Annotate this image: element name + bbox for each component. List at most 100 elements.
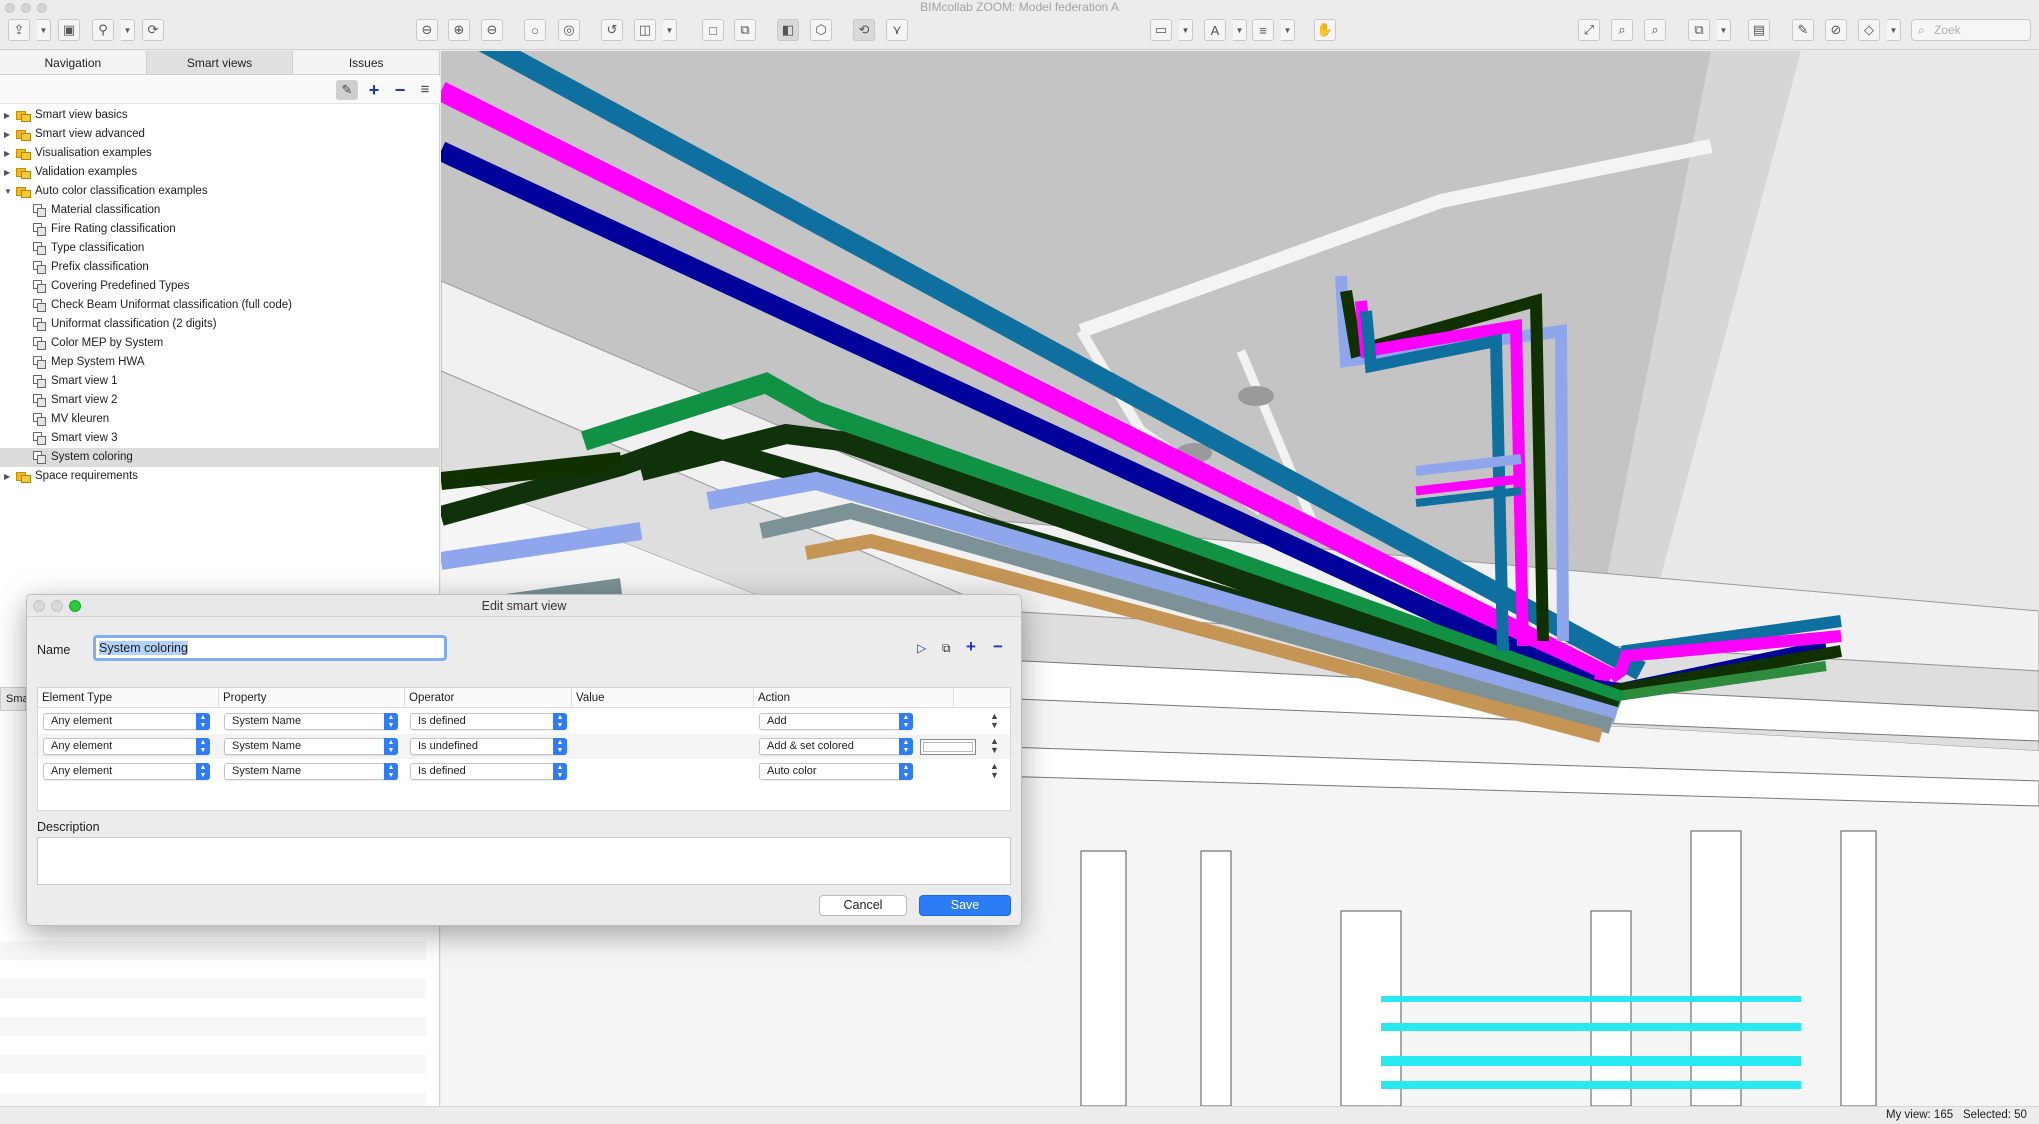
tree-item[interactable]: Check Beam Uniformat classification (ful… xyxy=(0,296,440,315)
tree-item[interactable]: System coloring xyxy=(0,448,440,467)
chevron-down-icon[interactable]: ▼ xyxy=(1179,19,1193,41)
chevron-down-icon[interactable]: ▼ xyxy=(1717,19,1731,41)
tree-folder[interactable]: ▶ Smart view advanced xyxy=(0,125,440,144)
find-icon[interactable]: ⌕ xyxy=(1611,19,1633,41)
dialog-zoom-button[interactable] xyxy=(69,600,81,612)
reorder-handle-icon[interactable]: ▲ ▼ xyxy=(990,737,999,755)
disclosure-collapsed-icon[interactable]: ▶ xyxy=(4,106,10,125)
dialog-close-button[interactable] xyxy=(33,600,45,612)
open-model-icon[interactable]: ⇪ xyxy=(8,19,30,41)
disclosure-collapsed-icon[interactable]: ▶ xyxy=(4,144,10,163)
hand-icon[interactable]: ✋ xyxy=(1314,19,1336,41)
add-rule-icon[interactable]: + xyxy=(966,637,976,657)
chevron-down-icon[interactable]: ▼ xyxy=(1233,19,1247,41)
perspective-icon[interactable]: ◧ xyxy=(777,19,799,41)
property-select[interactable]: System Name ▲ ▼ xyxy=(224,763,398,780)
tree-item[interactable]: Fire Rating classification xyxy=(0,220,440,239)
walk-icon[interactable]: ◎ xyxy=(558,19,580,41)
zoom-in-icon[interactable]: ⊕ xyxy=(448,19,470,41)
tree-item[interactable]: Smart view 3 xyxy=(0,429,440,448)
element-type-select[interactable]: Any element ▲ ▼ xyxy=(43,738,210,755)
disclosure-expanded-icon[interactable]: ▼ xyxy=(4,182,12,201)
cube-icon[interactable]: ⬡ xyxy=(810,19,832,41)
orbit-icon[interactable]: ○ xyxy=(524,19,546,41)
action-select[interactable]: Auto color ▲ ▼ xyxy=(759,763,913,780)
edit-smart-view-icon[interactable]: ✎ xyxy=(336,80,358,100)
duplicate-icon[interactable]: ⧉ xyxy=(942,641,951,656)
3d-viewport[interactable] xyxy=(441,51,2039,1106)
disclosure-collapsed-icon[interactable]: ▶ xyxy=(4,467,10,486)
tab-smart-views[interactable]: Smart views xyxy=(146,51,294,74)
tab-navigation[interactable]: Navigation xyxy=(0,51,147,74)
cancel-button[interactable]: Cancel xyxy=(819,895,907,916)
fullscreen-icon[interactable]: ⤢ xyxy=(1578,19,1600,41)
share-icon[interactable]: ⚲ xyxy=(92,19,114,41)
remove-smart-view-icon[interactable]: − xyxy=(389,80,411,100)
tree-item[interactable]: Covering Predefined Types xyxy=(0,277,440,296)
name-field[interactable]: System coloring xyxy=(93,635,447,661)
action-select[interactable]: Add ▲ ▼ xyxy=(759,713,913,730)
tree-item[interactable]: Smart view 1 xyxy=(0,372,440,391)
tree-item[interactable]: Material classification xyxy=(0,201,440,220)
add-issue-icon[interactable]: ✎ xyxy=(1792,19,1814,41)
operator-select[interactable]: Is undefined ▲ ▼ xyxy=(410,738,567,755)
section-plane-icon[interactable]: ⧉ xyxy=(734,19,756,41)
disclosure-collapsed-icon[interactable]: ▶ xyxy=(4,125,10,144)
eraser-icon[interactable]: ◇ xyxy=(1858,19,1880,41)
hide-icon[interactable]: ⊘ xyxy=(1825,19,1847,41)
sync-icon[interactable]: ⟳ xyxy=(142,19,164,41)
play-icon[interactable]: ▷ xyxy=(917,641,926,655)
tree-folder[interactable]: ▼ Auto color classification examples xyxy=(0,182,440,201)
menu-icon[interactable]: ≡ xyxy=(414,80,436,100)
camera-icon[interactable]: ◫ xyxy=(634,19,656,41)
chevron-down-icon[interactable]: ▼ xyxy=(37,19,51,41)
tree-folder[interactable]: ▶ Validation examples xyxy=(0,163,440,182)
save-icon[interactable]: ▣ xyxy=(58,19,80,41)
tree-folder[interactable]: ▶ Space requirements xyxy=(0,467,440,486)
layers-icon[interactable]: ⧉ xyxy=(1688,19,1710,41)
measure-icon[interactable]: ▭ xyxy=(1150,19,1172,41)
chevron-down-icon[interactable]: ▼ xyxy=(1281,19,1295,41)
clash-icon[interactable]: ⋎ xyxy=(886,19,908,41)
disclosure-collapsed-icon[interactable]: ▶ xyxy=(4,163,10,182)
operator-select[interactable]: Is defined ▲ ▼ xyxy=(410,713,567,730)
line-weight-icon[interactable]: ≡ xyxy=(1252,19,1274,41)
chevron-down-icon[interactable]: ▼ xyxy=(121,19,135,41)
reorder-handle-icon[interactable]: ▲ ▼ xyxy=(990,762,999,780)
element-type-select[interactable]: Any element ▲ ▼ xyxy=(43,763,210,780)
smart-view-side-tab[interactable]: Sma xyxy=(0,687,29,711)
property-select[interactable]: System Name ▲ ▼ xyxy=(224,738,398,755)
chevron-down-icon[interactable]: ▼ xyxy=(1887,19,1901,41)
tree-item[interactable]: Mep System HWA xyxy=(0,353,440,372)
tree-item[interactable]: MV kleuren xyxy=(0,410,440,429)
operator-select[interactable]: Is defined ▲ ▼ xyxy=(410,763,567,780)
find-similar-icon[interactable]: ⌕ xyxy=(1644,19,1666,41)
description-field[interactable] xyxy=(37,837,1011,885)
tree-item[interactable]: Prefix classification xyxy=(0,258,440,277)
zoom-out-icon[interactable]: ⊖ xyxy=(481,19,503,41)
text-icon[interactable]: A xyxy=(1204,19,1226,41)
auto-rotate-icon[interactable]: ⟲ xyxy=(853,19,875,41)
tree-item[interactable]: Uniformat classification (2 digits) xyxy=(0,315,440,334)
color-well[interactable] xyxy=(920,739,976,755)
remove-rule-icon[interactable]: − xyxy=(993,637,1003,657)
zoom-fit-icon[interactable]: ⊖ xyxy=(416,19,438,41)
tree-folder[interactable]: ▶ Visualisation examples xyxy=(0,144,440,163)
search-input[interactable]: ⌕ Zoek xyxy=(1911,19,2031,41)
tree-folder[interactable]: ▶ Smart view basics xyxy=(0,106,440,125)
tree-item[interactable]: Color MEP by System xyxy=(0,334,440,353)
reset-view-icon[interactable]: ↺ xyxy=(601,19,623,41)
tab-issues[interactable]: Issues xyxy=(293,51,441,74)
dialog-minimize-button[interactable] xyxy=(51,600,63,612)
chevron-down-icon[interactable]: ▼ xyxy=(663,19,677,41)
tree-item[interactable]: Type classification xyxy=(0,239,440,258)
property-select[interactable]: System Name ▲ ▼ xyxy=(224,713,398,730)
tree-item[interactable]: Smart view 2 xyxy=(0,391,440,410)
reorder-handle-icon[interactable]: ▲ ▼ xyxy=(990,712,999,730)
floor-plan-icon[interactable]: ▤ xyxy=(1748,19,1770,41)
save-button[interactable]: Save xyxy=(919,895,1011,916)
element-type-select[interactable]: Any element ▲ ▼ xyxy=(43,713,210,730)
add-smart-view-icon[interactable]: + xyxy=(363,80,385,100)
section-box-icon[interactable]: □ xyxy=(702,19,724,41)
action-select[interactable]: Add & set colored ▲ ▼ xyxy=(759,738,913,755)
